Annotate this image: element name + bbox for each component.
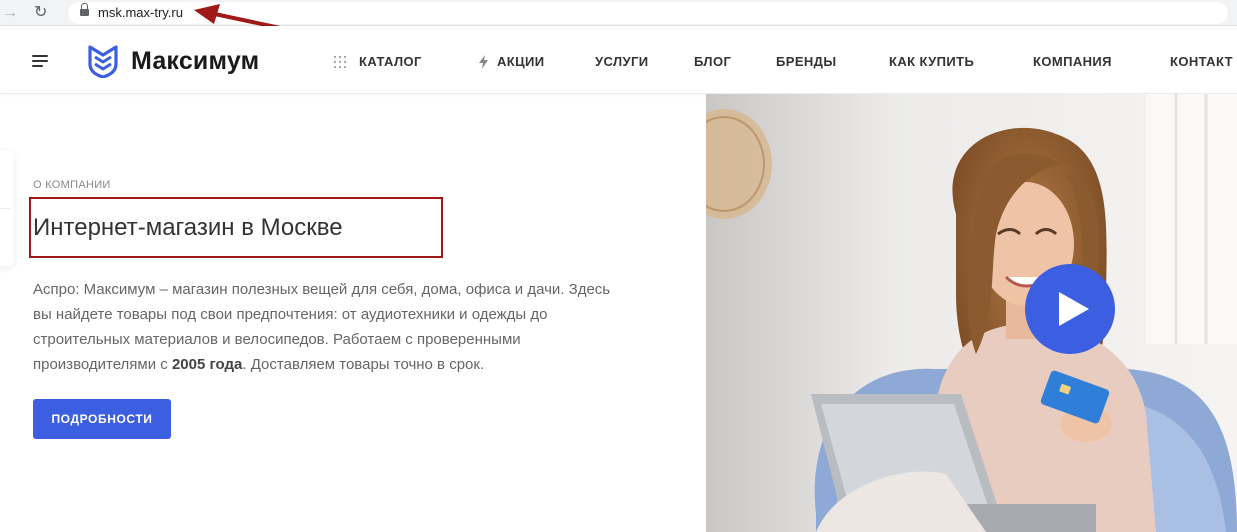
arrow-left-icon[interactable]: →	[2, 3, 18, 23]
logo-icon[interactable]	[86, 44, 120, 78]
bolt-icon	[479, 55, 488, 69]
play-video-button[interactable]	[1025, 264, 1115, 354]
page-title: Интернет-магазин в Москве	[33, 214, 343, 241]
hero-image	[706, 94, 1237, 532]
nav-item-contacts[interactable]: Контакт	[1170, 54, 1233, 69]
menu-burger-icon[interactable]	[32, 55, 48, 67]
details-button[interactable]: Подробности	[33, 399, 171, 439]
nav-item-how-to-buy[interactable]: Как купить	[889, 54, 974, 69]
brand-name[interactable]: Максимум	[131, 47, 259, 76]
section-overline: О компании	[33, 179, 111, 191]
description-highlight: 2005 года	[171, 356, 243, 373]
lock-icon	[80, 3, 89, 17]
reload-icon[interactable]: ↻	[34, 3, 47, 23]
side-toolbar[interactable]	[0, 150, 14, 266]
play-icon	[1059, 292, 1089, 326]
site-header: Максимум Каталог Акции Услуги Блог Бренд…	[0, 26, 1237, 94]
company-description: Аспро: Максимум – магазин полезных вещей…	[33, 281, 611, 373]
nav-item-services[interactable]: Услуги	[595, 54, 648, 69]
nav-item-catalog[interactable]: Каталог	[359, 54, 422, 69]
grid-icon	[334, 56, 346, 68]
nav-item-promotions[interactable]: Акции	[497, 54, 545, 69]
url-text[interactable]: msk.max-try.ru	[98, 5, 183, 20]
nav-item-company[interactable]: Компания	[1033, 54, 1112, 69]
nav-item-brands[interactable]: Бренды	[776, 54, 836, 69]
browser-toolbar: → ↻ msk.max-try.ru	[0, 0, 1237, 26]
nav-item-blog[interactable]: Блог	[694, 54, 731, 69]
